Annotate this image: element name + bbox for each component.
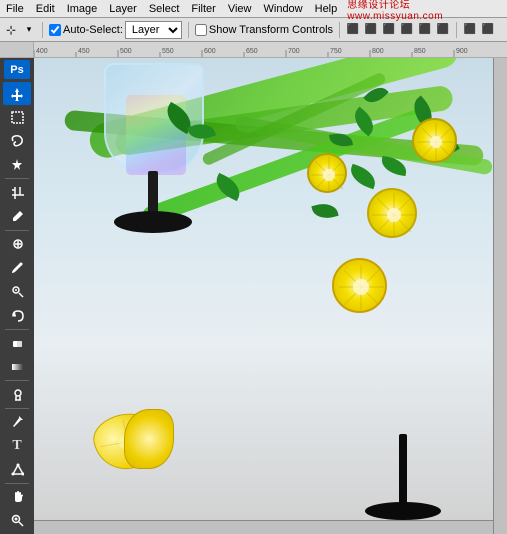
menu-help[interactable]: Help xyxy=(313,3,340,15)
leaf-11 xyxy=(347,164,379,190)
svg-text:700: 700 xyxy=(288,48,300,55)
autoselect-label: Auto-Select: xyxy=(63,24,123,36)
autoselect-checkbox[interactable] xyxy=(49,24,61,36)
tool-marquee-rect[interactable] xyxy=(3,106,31,129)
transform-checkbox[interactable] xyxy=(195,24,207,36)
martini-base xyxy=(365,502,441,520)
ps-logo: Ps xyxy=(4,60,30,79)
left-toolbar: Ps xyxy=(0,58,34,534)
move-tool-icon[interactable]: ⊹ xyxy=(4,23,18,37)
align-middle-icon[interactable]: ⬛ xyxy=(418,23,432,37)
lemon-slice-svg xyxy=(334,260,389,315)
separator xyxy=(5,329,29,330)
autoselect-group: Auto-Select: Layer Group xyxy=(49,21,182,39)
leaf-8 xyxy=(311,200,338,222)
tool-magic-wand[interactable] xyxy=(3,154,31,177)
menu-view[interactable]: View xyxy=(226,3,254,15)
tool-brush[interactable] xyxy=(3,256,31,279)
tool-eraser[interactable] xyxy=(3,331,31,354)
tool-path-select[interactable] xyxy=(3,458,31,481)
svg-text:450: 450 xyxy=(78,48,90,55)
menu-window[interactable]: Window xyxy=(262,3,305,15)
tool-history-brush[interactable] xyxy=(3,304,31,327)
glass-stem xyxy=(148,171,158,216)
menu-layer[interactable]: Layer xyxy=(107,3,139,15)
tool-dodge[interactable] xyxy=(3,383,31,406)
menu-image[interactable]: Image xyxy=(65,3,100,15)
tool-hand[interactable] xyxy=(3,486,31,509)
menu-file[interactable]: File xyxy=(4,3,26,15)
align-right-icon[interactable]: ⬛ xyxy=(382,23,396,37)
tool-clone-stamp[interactable] xyxy=(3,280,31,303)
lemon-slice-2 xyxy=(412,118,457,163)
move-tool-arrow[interactable]: ▾ xyxy=(22,23,36,37)
separator xyxy=(5,408,29,409)
separator-4 xyxy=(456,22,457,38)
distribute-h-icon[interactable]: ⬛ xyxy=(463,23,477,37)
layer-dropdown[interactable]: Layer Group xyxy=(125,21,182,39)
lemon-half-2 xyxy=(124,409,174,469)
separator-2 xyxy=(188,22,189,38)
separator xyxy=(5,483,29,484)
horizontal-ruler: 400 450 500 550 600 650 700 750 800 850 … xyxy=(34,42,507,58)
svg-text:650: 650 xyxy=(246,48,258,55)
align-left-icon[interactable]: ⬛ xyxy=(346,23,360,37)
tool-crop[interactable] xyxy=(3,181,31,204)
transform-label: Show Transform Controls xyxy=(209,24,333,36)
scrollbar-vertical[interactable] xyxy=(493,58,507,534)
lemon-slice-4 xyxy=(367,188,417,238)
ruler-svg: 400 450 500 550 600 650 700 750 800 850 … xyxy=(34,42,507,57)
canvas-area[interactable] xyxy=(34,58,507,534)
distribute-v-icon[interactable]: ⬛ xyxy=(481,23,495,37)
separator-3 xyxy=(339,22,340,38)
tool-pen[interactable] xyxy=(3,410,31,433)
tool-eyedropper[interactable] xyxy=(3,205,31,228)
cocktail-glass xyxy=(94,63,214,233)
main-area: Ps xyxy=(0,58,507,534)
svg-text:750: 750 xyxy=(330,48,342,55)
menu-edit[interactable]: Edit xyxy=(34,3,57,15)
lemon-halves xyxy=(94,409,174,474)
menu-filter[interactable]: Filter xyxy=(189,3,217,15)
tool-move[interactable] xyxy=(3,82,31,105)
separator xyxy=(5,380,29,381)
svg-text:550: 550 xyxy=(162,48,174,55)
tool-lasso[interactable] xyxy=(3,130,31,153)
transform-group: Show Transform Controls xyxy=(195,24,333,36)
menu-bar: File Edit Image Layer Select Filter View… xyxy=(0,0,507,18)
lemon-slice-3 xyxy=(307,153,347,193)
lemon-slice-1 xyxy=(332,258,387,313)
tool-gradient[interactable] xyxy=(3,355,31,378)
align-top-icon[interactable]: ⬛ xyxy=(400,23,414,37)
tool-zoom[interactable] xyxy=(3,509,31,532)
align-bottom-icon[interactable]: ⬛ xyxy=(436,23,450,37)
separator xyxy=(5,230,29,231)
svg-text:900: 900 xyxy=(456,48,468,55)
svg-text:500: 500 xyxy=(120,48,132,55)
canvas-content xyxy=(34,58,507,534)
svg-text:850: 850 xyxy=(414,48,426,55)
watermark: 思缘设计论坛 www.missyuan.com xyxy=(347,0,503,22)
separator-1 xyxy=(42,22,43,38)
tool-type[interactable]: T xyxy=(3,434,31,457)
ruler-corner xyxy=(0,42,34,58)
ruler-container: 400 450 500 550 600 650 700 750 800 850 … xyxy=(0,42,507,58)
tool-spot-healing[interactable] xyxy=(3,233,31,256)
separator xyxy=(5,178,29,179)
options-bar: ⊹ ▾ Auto-Select: Layer Group Show Transf… xyxy=(0,18,507,42)
menu-select[interactable]: Select xyxy=(147,3,182,15)
svg-text:400: 400 xyxy=(36,48,48,55)
svg-text:800: 800 xyxy=(372,48,384,55)
scrollbar-horizontal[interactable] xyxy=(34,520,493,534)
align-center-icon[interactable]: ⬛ xyxy=(364,23,378,37)
svg-text:600: 600 xyxy=(204,48,216,55)
glass-base xyxy=(114,211,192,233)
